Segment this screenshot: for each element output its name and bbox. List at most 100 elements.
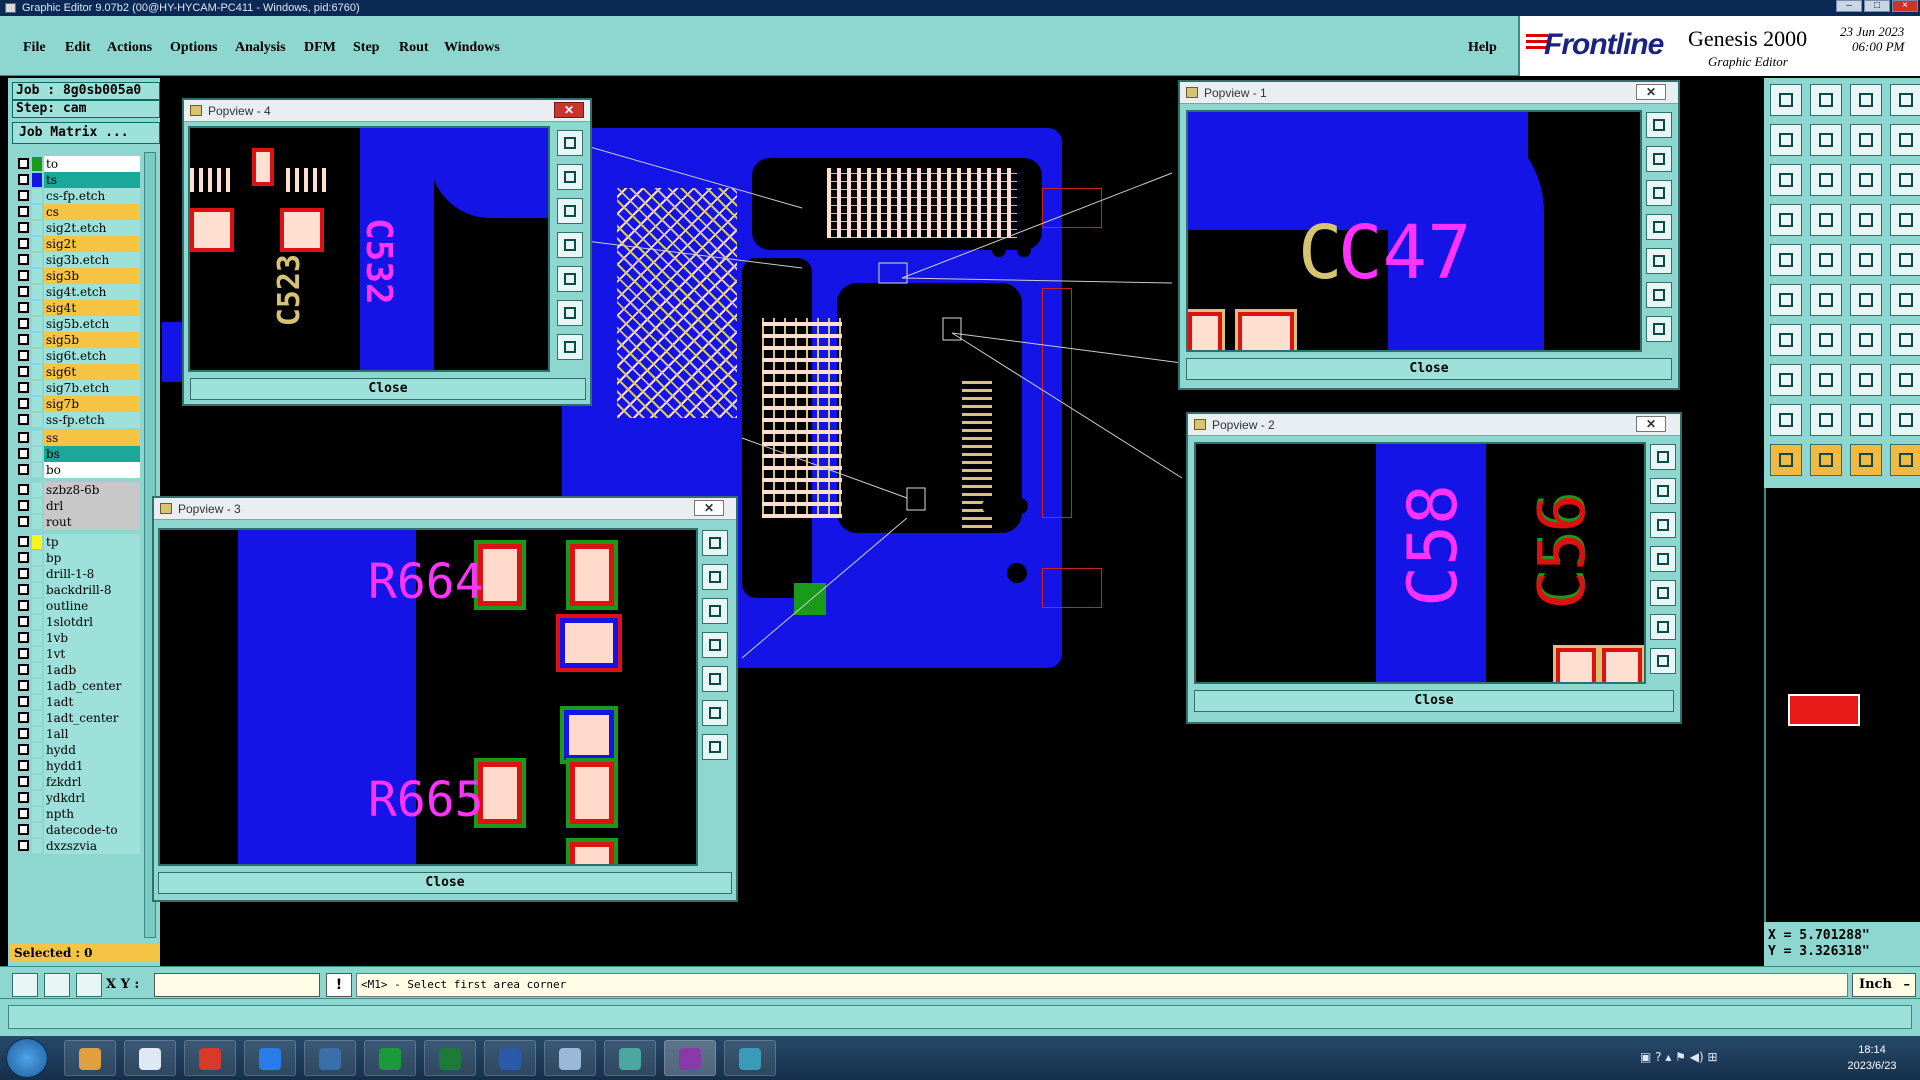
layer-row[interactable]: to — [16, 156, 140, 172]
grid-icon[interactable] — [1810, 204, 1842, 236]
job-matrix-button[interactable]: Job Matrix ... — [12, 122, 160, 144]
units-selector[interactable]: Inch – — [1852, 973, 1916, 997]
pointer-icon[interactable] — [1770, 444, 1802, 476]
layer-checkbox[interactable] — [18, 318, 29, 329]
pan-icon[interactable] — [1650, 512, 1676, 538]
layer-row[interactable]: sig6t.etch — [16, 348, 140, 364]
layer-checkbox[interactable] — [18, 350, 29, 361]
zoom-in-icon[interactable] — [557, 130, 583, 156]
zoom-in-icon[interactable] — [702, 530, 728, 556]
taskbar-clock[interactable]: 18:14 2023/6/23 — [1842, 1042, 1902, 1074]
popview-3-view[interactable]: R664 R665 — [158, 528, 698, 866]
menu-step[interactable]: Step — [353, 40, 379, 56]
layer-row[interactable]: sig3b — [16, 268, 140, 284]
redo-icon[interactable] — [1810, 124, 1842, 156]
popview-2-close-icon[interactable]: ✕ — [1636, 416, 1666, 432]
layer-row[interactable]: ydkdrl — [16, 790, 140, 806]
popview-4-close-icon[interactable]: ✕ — [554, 102, 584, 118]
layer-checkbox[interactable] — [18, 174, 29, 185]
snap-icon[interactable] — [12, 973, 38, 997]
popview-1-view[interactable]: C C47 — [1186, 110, 1642, 352]
line-icon[interactable] — [1850, 244, 1882, 276]
align-icon[interactable] — [1850, 364, 1882, 396]
execute-button[interactable]: ! — [326, 973, 352, 997]
layer-row[interactable]: sig6t — [16, 364, 140, 380]
zoom-out-icon[interactable] — [702, 564, 728, 590]
layer-checkbox[interactable] — [18, 206, 29, 217]
layer-row[interactable]: 1adb — [16, 662, 140, 678]
layer-checkbox[interactable] — [18, 158, 29, 169]
layer-row[interactable]: datecode-to — [16, 822, 140, 838]
mirror-icon[interactable] — [1850, 124, 1882, 156]
menu-options[interactable]: Options — [170, 40, 217, 56]
fit-icon[interactable] — [1646, 248, 1672, 274]
layer-row[interactable]: sig5b — [16, 332, 140, 348]
cross-icon[interactable] — [1810, 284, 1842, 316]
layer-checkbox[interactable] — [18, 484, 29, 495]
layer-checkbox[interactable] — [18, 584, 29, 595]
pad-icon[interactable] — [1890, 244, 1920, 276]
layer-checkbox[interactable] — [18, 190, 29, 201]
arc-icon[interactable] — [1850, 284, 1882, 316]
layer-row[interactable]: szbz8-6b — [16, 482, 140, 498]
layer-checkbox[interactable] — [18, 680, 29, 691]
taskbar-app-shell[interactable] — [64, 1040, 116, 1076]
layer-checkbox[interactable] — [18, 334, 29, 345]
select-icon[interactable] — [1770, 244, 1802, 276]
maximize-button[interactable]: □ — [1864, 0, 1890, 12]
pan-icon[interactable] — [702, 598, 728, 624]
zoom-out-icon[interactable] — [557, 164, 583, 190]
layer-row[interactable]: outline — [16, 598, 140, 614]
lasso-icon[interactable] — [1850, 444, 1882, 476]
refresh-icon[interactable] — [702, 734, 728, 760]
popview-3-close-button[interactable]: Close — [158, 872, 732, 894]
layer-row[interactable]: ts — [16, 172, 140, 188]
layer-checkbox[interactable] — [18, 792, 29, 803]
zoom-icon[interactable] — [1810, 164, 1842, 196]
menu-rout[interactable]: Rout — [399, 40, 429, 56]
layer-checkbox[interactable] — [18, 516, 29, 527]
layer-row[interactable]: sig4t.etch — [16, 284, 140, 300]
layer-row[interactable]: fzkdrl — [16, 774, 140, 790]
menu-dfm[interactable]: DFM — [304, 40, 336, 56]
layer-checkbox[interactable] — [18, 536, 29, 547]
layer-checkbox[interactable] — [18, 382, 29, 393]
zoom-in-icon[interactable] — [1646, 112, 1672, 138]
home-icon[interactable] — [702, 632, 728, 658]
rotate-icon[interactable] — [1770, 204, 1802, 236]
delta-icon[interactable] — [1770, 404, 1802, 436]
layer-row[interactable]: 1adt — [16, 694, 140, 710]
layer-checkbox[interactable] — [18, 270, 29, 281]
taskbar-app-viewer[interactable] — [604, 1040, 656, 1076]
system-tray[interactable]: ▣ ? ▴ ⚑ ◀) ⊞ — [1640, 1050, 1718, 1064]
home-icon[interactable] — [1850, 84, 1882, 116]
layer-row[interactable]: bs — [16, 446, 140, 462]
layer-row[interactable]: backdrill-8 — [16, 582, 140, 598]
taskbar-app-graphic-editor[interactable] — [664, 1040, 716, 1076]
home-icon[interactable] — [1646, 214, 1672, 240]
menu-analysis[interactable]: Analysis — [235, 40, 286, 56]
route-icon[interactable] — [1850, 204, 1882, 236]
layer-row[interactable]: sig5b.etch — [16, 316, 140, 332]
layer-row[interactable]: 1slotdrl — [16, 614, 140, 630]
layer-row[interactable]: bo — [16, 462, 140, 478]
layer-row[interactable]: cs-fp.etch — [16, 188, 140, 204]
popview-2-view[interactable]: C58 C56 — [1194, 442, 1646, 684]
minus-icon[interactable] — [1810, 364, 1842, 396]
view-indicator[interactable] — [1788, 694, 1860, 726]
layer-row[interactable]: bp — [16, 550, 140, 566]
layer-checkbox[interactable] — [18, 254, 29, 265]
layer-row[interactable]: sig7b — [16, 396, 140, 412]
layer-row[interactable]: 1adb_center — [16, 678, 140, 694]
menu-windows[interactable]: Windows — [444, 40, 500, 56]
layer-row[interactable]: sig2t — [16, 236, 140, 252]
popview-1-close-icon[interactable]: ✕ — [1636, 84, 1666, 100]
taskbar-app-word[interactable] — [484, 1040, 536, 1076]
popview-4-close-button[interactable]: Close — [190, 378, 586, 400]
home-icon[interactable] — [1650, 546, 1676, 572]
layer-row[interactable]: sig3b.etch — [16, 252, 140, 268]
popview-2-close-button[interactable]: Close — [1194, 690, 1674, 712]
center-icon[interactable] — [557, 300, 583, 326]
layer-checkbox[interactable] — [18, 664, 29, 675]
pan-icon[interactable] — [1646, 180, 1672, 206]
